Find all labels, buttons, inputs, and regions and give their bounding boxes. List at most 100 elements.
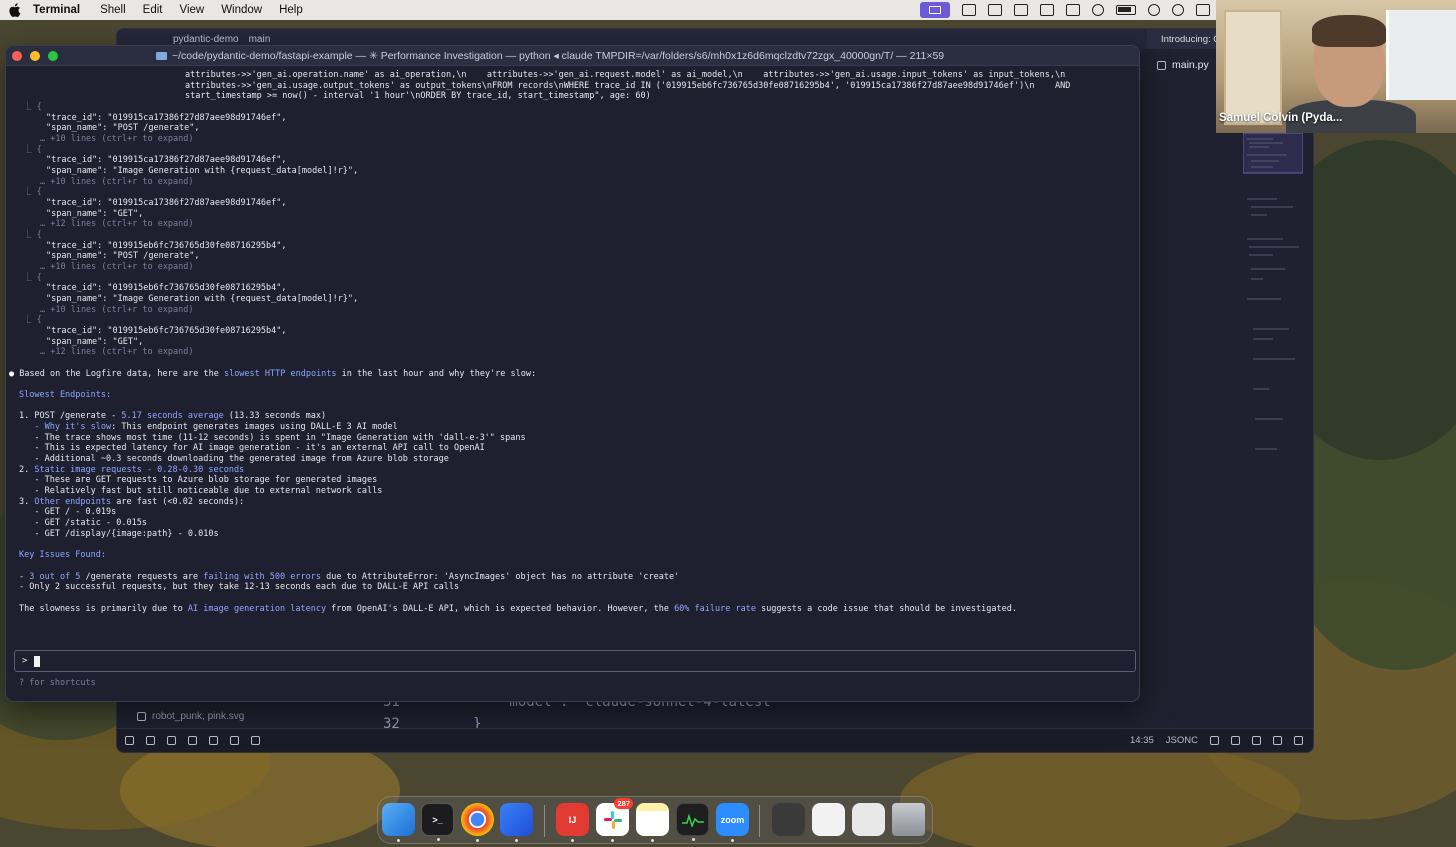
recent-window-thumbnail[interactable] bbox=[772, 803, 805, 836]
file-language[interactable]: JSONC bbox=[1166, 735, 1198, 746]
record-trace-id: "trace_id": "019915ca17386f27d87aee98d91… bbox=[46, 155, 287, 165]
slowest-endpoints-heading: Slowest Endpoints: bbox=[19, 390, 112, 400]
video-call-tile[interactable]: Samuel Colvin (Pyda... bbox=[1216, 0, 1456, 133]
notes-icon[interactable] bbox=[636, 803, 669, 842]
finder-icon[interactable] bbox=[382, 803, 415, 842]
key-issues-heading: Key Issues Found: bbox=[19, 550, 106, 560]
terminal-app-icon[interactable]: >_ bbox=[421, 803, 454, 841]
bell-icon[interactable] bbox=[1231, 736, 1240, 745]
endpoint-3-detail: - GET /display/{image:path} - 0.010s bbox=[19, 529, 219, 539]
conclusion: The slowness is primarily due to AI imag… bbox=[19, 604, 1017, 614]
expand-hint[interactable]: … +12 lines (ctrl+r to expand) bbox=[40, 219, 194, 230]
zoom-label: zoom bbox=[720, 814, 745, 825]
summary-intro: ● Based on the Logfire data, here are th… bbox=[9, 369, 537, 379]
endpoint-1-detail: - This is expected latency for AI image … bbox=[19, 443, 485, 453]
window-controls bbox=[12, 50, 58, 61]
prompt-input-box[interactable]: > bbox=[14, 650, 1136, 672]
battery-icon[interactable] bbox=[1116, 5, 1136, 15]
image-tool-icon[interactable] bbox=[988, 4, 1002, 16]
wifi-icon[interactable] bbox=[1148, 4, 1160, 16]
record-open: ⎿ { bbox=[23, 145, 42, 155]
expand-hint[interactable]: … +10 lines (ctrl+r to expand) bbox=[40, 305, 194, 316]
record-span-name: "span_name": "Image Generation with {req… bbox=[46, 166, 359, 176]
video-background-door bbox=[1224, 10, 1282, 125]
chrome-icon[interactable] bbox=[461, 803, 494, 842]
record-trace-id: "trace_id": "019915eb6fc736765d30fe08716… bbox=[46, 326, 287, 336]
shortcut-hint: ? for shortcuts bbox=[19, 678, 96, 688]
participant-name: Samuel Colvin (Pyda... bbox=[1219, 112, 1343, 124]
image-file-icon bbox=[137, 712, 146, 721]
structure-icon[interactable] bbox=[167, 736, 176, 745]
users-icon[interactable] bbox=[188, 736, 197, 745]
slack-icon[interactable]: 287 bbox=[596, 798, 633, 842]
zoom-icon[interactable]: zoom bbox=[716, 803, 749, 842]
menu-edit[interactable]: Edit bbox=[143, 4, 163, 16]
explorer-file-item[interactable]: robot_punk, pink.svg bbox=[137, 711, 244, 722]
cursor-position[interactable]: 14:35 bbox=[1130, 735, 1154, 746]
record-open: ⎿ { bbox=[23, 102, 42, 112]
debug-icon[interactable] bbox=[230, 736, 239, 745]
apple-icon[interactable] bbox=[9, 3, 21, 17]
endpoint-2-detail: - These are GET requests to Azure blob s… bbox=[19, 475, 378, 485]
record-span-name: "span_name": "Image Generation with {req… bbox=[46, 294, 359, 304]
menu-shell[interactable]: Shell bbox=[100, 4, 126, 16]
notifications-icon[interactable] bbox=[1294, 736, 1303, 745]
record-open: ⎿ { bbox=[23, 273, 42, 283]
close-window-button[interactable] bbox=[12, 50, 22, 61]
screen-sharing-icon[interactable] bbox=[920, 2, 950, 18]
prompt-symbol: > bbox=[22, 656, 28, 666]
editor-minimap[interactable] bbox=[1243, 129, 1303, 469]
recent-document-thumbnail[interactable] bbox=[812, 803, 845, 836]
expand-hint[interactable]: … +10 lines (ctrl+r to expand) bbox=[40, 177, 194, 188]
endpoint-1-detail: - Additional ~0.3 seconds downloading th… bbox=[19, 454, 449, 464]
code-editor-icon[interactable] bbox=[500, 803, 533, 842]
endpoint-2-detail: - Relatively fast but still noticeable d… bbox=[19, 486, 383, 496]
file-icon bbox=[1157, 60, 1166, 70]
user-account-icon[interactable] bbox=[1092, 4, 1104, 16]
expand-hint[interactable]: … +10 lines (ctrl+r to expand) bbox=[40, 134, 194, 145]
git-branch-icon[interactable] bbox=[146, 736, 155, 745]
control-center-icon[interactable] bbox=[1196, 4, 1210, 16]
slack-notification-badge: 287 bbox=[614, 798, 633, 809]
zoom-window-button[interactable] bbox=[48, 50, 58, 61]
record-open: ⎿ { bbox=[23, 230, 42, 240]
dropbox-icon[interactable] bbox=[962, 4, 976, 16]
menu-app-terminal[interactable]: Terminal bbox=[33, 4, 80, 16]
endpoint-3-detail: - GET / - 0.019s bbox=[19, 507, 117, 517]
expand-hint[interactable]: … +10 lines (ctrl+r to expand) bbox=[40, 262, 194, 273]
terminal-title-bar[interactable]: ~/code/pydantic-demo/fastapi-example — ✳… bbox=[6, 46, 1139, 66]
expand-hint[interactable]: … +12 lines (ctrl+r to expand) bbox=[40, 347, 194, 358]
intellij-icon[interactable]: IJ bbox=[556, 803, 589, 842]
record-open: ⎿ { bbox=[23, 315, 42, 325]
tab-main-py[interactable]: main.py bbox=[1157, 55, 1209, 75]
inspection-icon[interactable] bbox=[1252, 736, 1261, 745]
project-tool-icon[interactable] bbox=[125, 736, 134, 745]
menu-help[interactable]: Help bbox=[279, 4, 303, 16]
prompt-input[interactable] bbox=[43, 654, 1123, 669]
activity-monitor-icon[interactable] bbox=[676, 803, 709, 841]
tab-main-py-label: main.py bbox=[1172, 59, 1209, 71]
menu-view[interactable]: View bbox=[179, 4, 204, 16]
project-name[interactable]: pydantic-demo bbox=[173, 34, 239, 45]
minimize-window-button[interactable] bbox=[30, 50, 40, 61]
participant-hair bbox=[1312, 15, 1386, 47]
recent-browser-thumbnail[interactable] bbox=[852, 803, 885, 836]
bluetooth-icon[interactable] bbox=[1066, 4, 1080, 16]
dock-app-icon[interactable] bbox=[1014, 4, 1028, 16]
spotlight-search-icon[interactable] bbox=[1172, 4, 1184, 16]
menu-window[interactable]: Window bbox=[221, 4, 262, 16]
terminal-output[interactable]: attributes->>'gen_ai.operation.name' as … bbox=[6, 66, 1139, 701]
intellij-status-icon[interactable] bbox=[1040, 4, 1054, 16]
branch-name[interactable]: main bbox=[249, 34, 271, 45]
editor-status-bar: 14:35 JSONC bbox=[117, 728, 1313, 752]
search-icon[interactable] bbox=[209, 736, 218, 745]
record-open: ⎿ { bbox=[23, 187, 42, 197]
terminal-window: ~/code/pydantic-demo/fastapi-example — ✳… bbox=[5, 45, 1140, 702]
no-indent-icon[interactable] bbox=[1210, 736, 1219, 745]
query-line: start_timestamp >= now() - interval '1 h… bbox=[185, 91, 651, 101]
checkmark-icon[interactable] bbox=[251, 736, 260, 745]
menu-bar-status-area bbox=[920, 0, 1210, 20]
trash-icon[interactable] bbox=[892, 803, 925, 836]
record-span-name: "span_name": "POST /generate", bbox=[46, 123, 200, 133]
ai-assistant-icon[interactable] bbox=[1273, 736, 1282, 745]
